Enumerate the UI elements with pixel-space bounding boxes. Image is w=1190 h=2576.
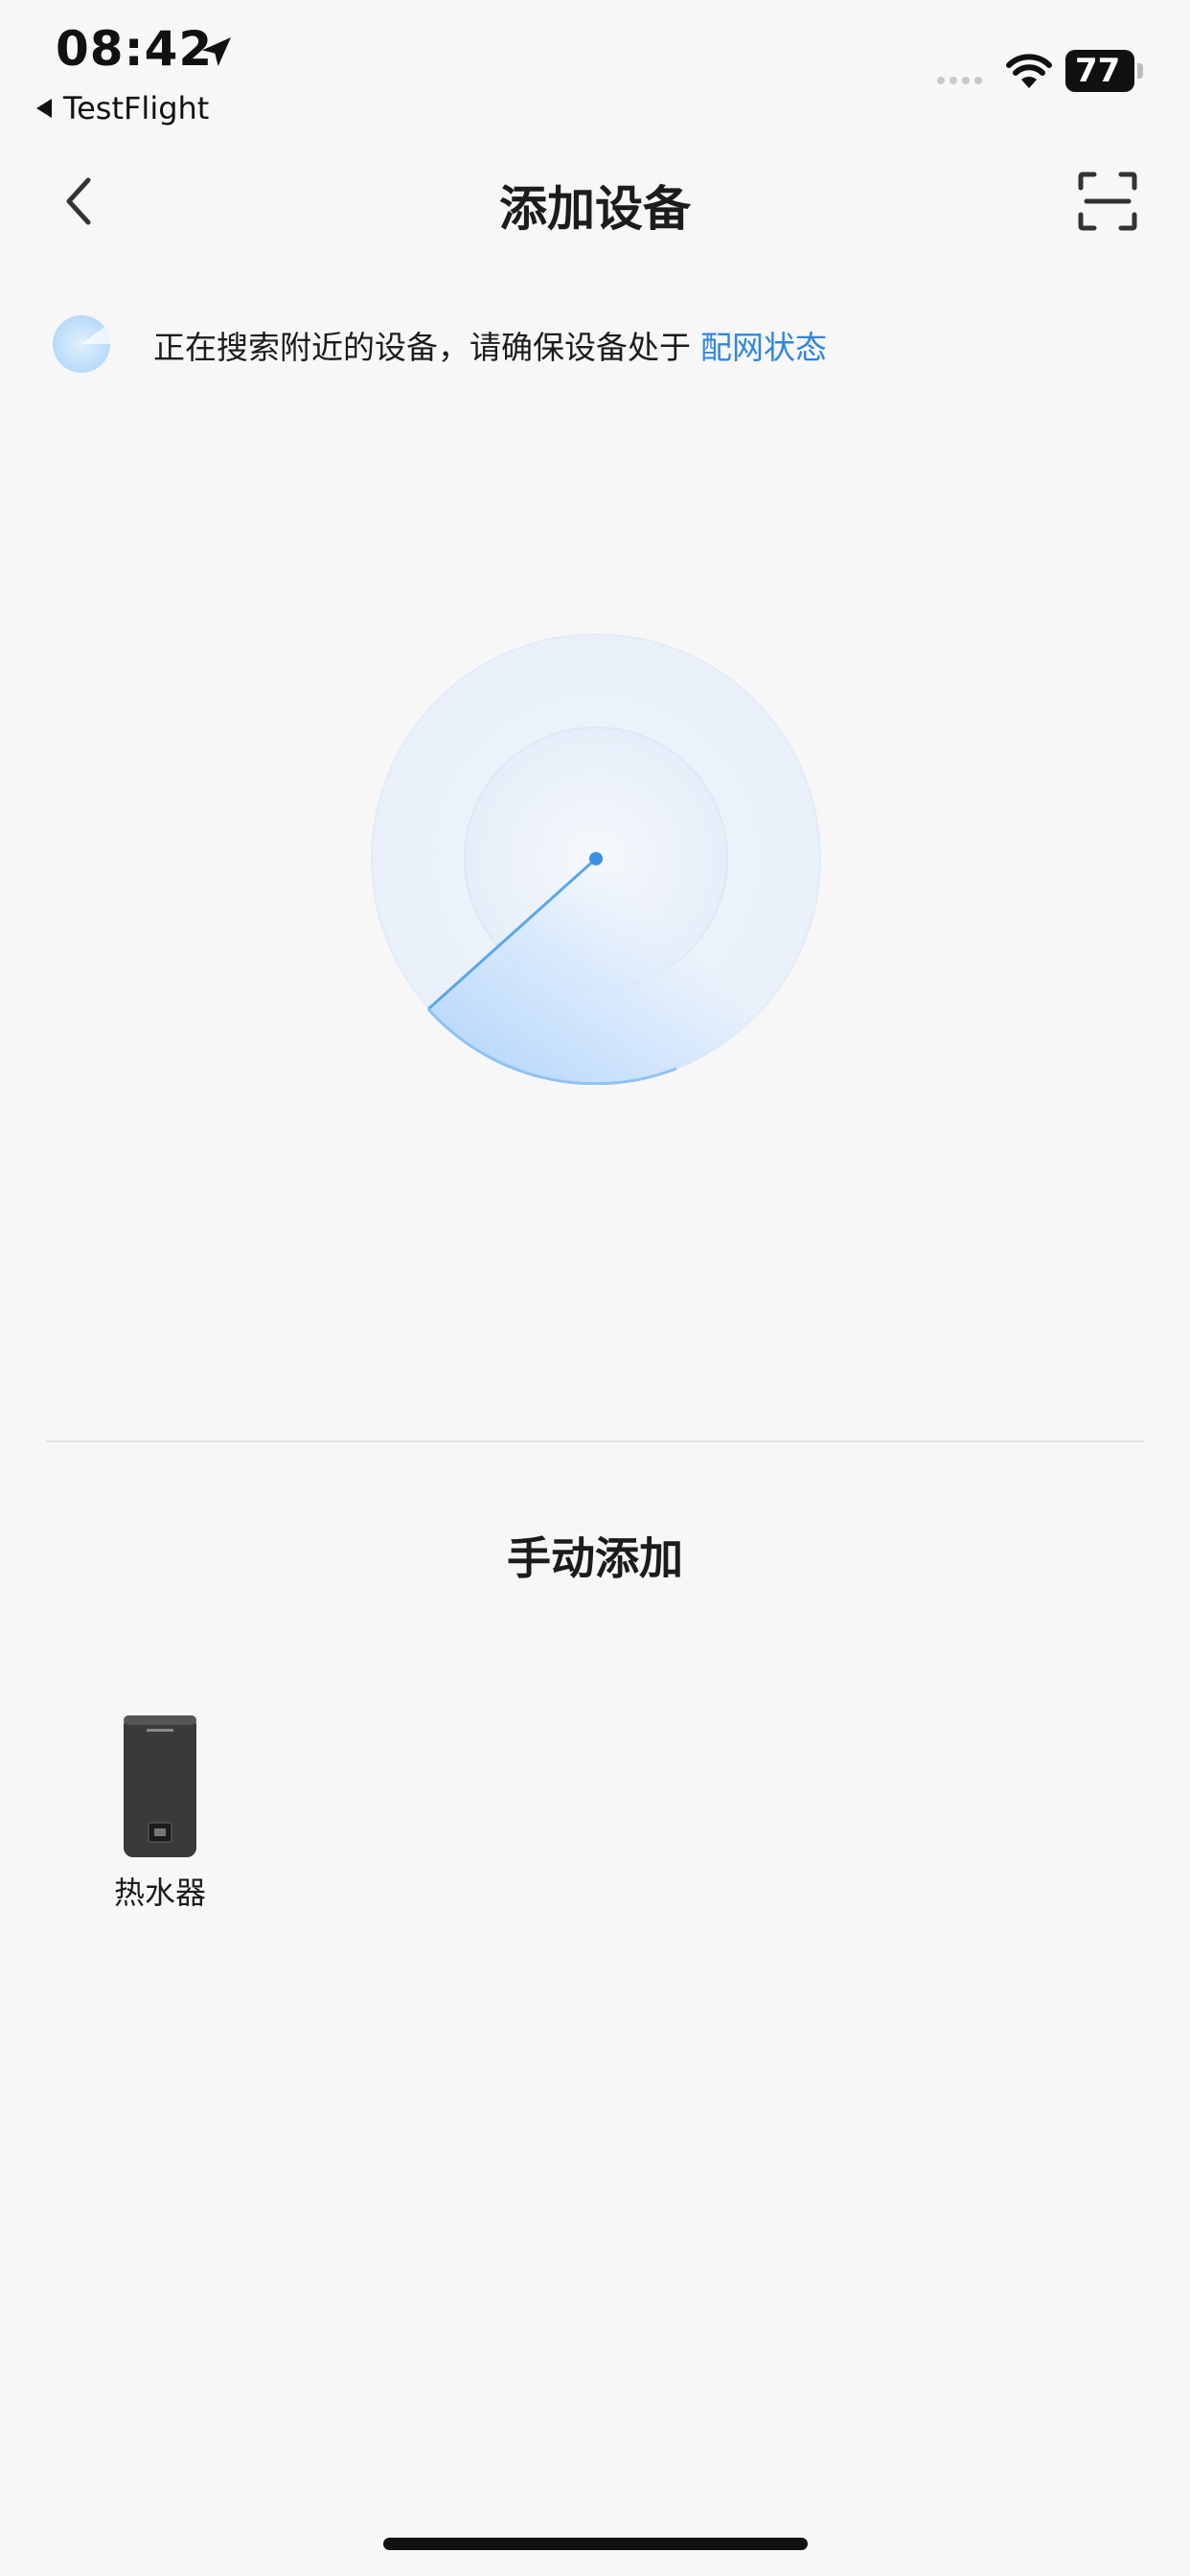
water-heater-icon [122,1715,198,1857]
radar-scan [371,633,821,1085]
search-status-text: 正在搜索附近的设备，请确保设备处于 [153,329,691,366]
location-arrow-icon [202,37,231,66]
battery-icon: 77 [1065,50,1134,92]
scan-icon[interactable] [1077,171,1138,232]
page-title: 添加设备 [499,181,691,237]
cellular-signal-icon [937,77,982,84]
device-item-water-heater[interactable]: 热水器 [96,1715,224,1913]
back-triangle-icon [36,99,52,118]
searching-spinner-icon [53,315,110,373]
battery-tip [1137,63,1143,79]
device-label: 热水器 [113,1874,206,1911]
manual-add-title: 手动添加 [507,1532,683,1584]
battery-level: 77 [1075,52,1121,90]
home-indicator[interactable] [383,2538,808,2550]
back-to-app-link[interactable]: TestFlight [36,90,209,126]
search-status: 正在搜索附近的设备，请确保设备处于 配网状态 [153,322,827,368]
status-time: 08:42 [56,21,214,77]
network-config-link[interactable]: 配网状态 [700,329,827,366]
section-divider [46,1440,1144,1442]
back-app-label: TestFlight [63,90,210,126]
wifi-icon [1006,54,1052,88]
